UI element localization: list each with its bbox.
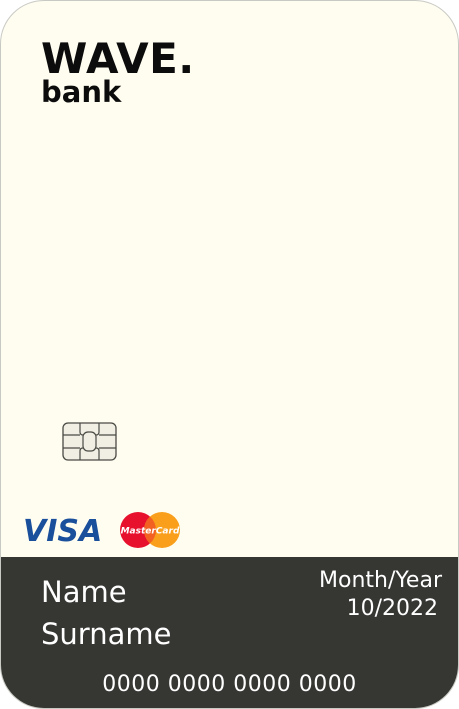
bank-card: WAVE. bank VISA MasterCard Name Surname … bbox=[0, 0, 459, 709]
card-number: 0000 0000 0000 0000 bbox=[102, 672, 357, 697]
cardholder-name: Name Surname bbox=[41, 571, 171, 655]
visa-wordmark: VISA bbox=[23, 514, 103, 549]
svg-text:MasterCard: MasterCard bbox=[121, 527, 180, 537]
expiry-date: Month/Year 10/2022 bbox=[319, 567, 442, 623]
holder-first-name: Name bbox=[41, 575, 127, 609]
card-details-band: Name Surname Month/Year 10/2022 0000 000… bbox=[1, 557, 458, 708]
chip-icon bbox=[62, 422, 117, 461]
holder-last-name: Surname bbox=[41, 617, 172, 651]
expiry-label: Month/Year bbox=[319, 568, 442, 593]
mastercard-logo: MasterCard bbox=[120, 512, 180, 548]
visa-logo: VISA bbox=[19, 515, 105, 549]
expiry-value: 10/2022 bbox=[346, 596, 438, 621]
bank-logo: WAVE. bank bbox=[41, 35, 195, 108]
